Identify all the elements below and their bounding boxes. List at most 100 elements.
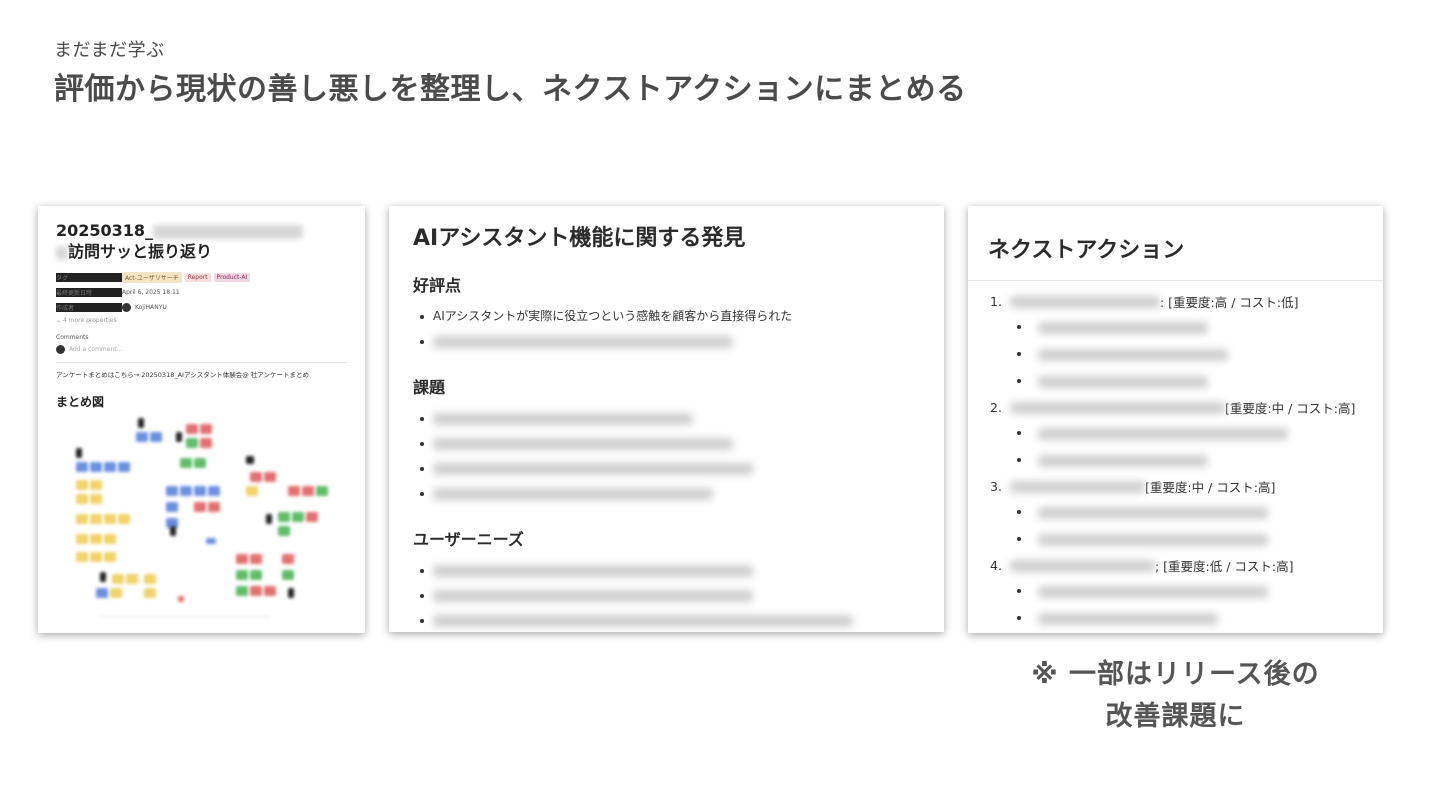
sticky-note [104, 552, 116, 562]
list-item [413, 431, 920, 456]
more-properties-toggle[interactable]: ⌄ 4 more properties [56, 317, 347, 324]
redacted-text [1038, 375, 1208, 388]
property-author: 作成者 KojiHANYU [56, 300, 347, 315]
sticky-note [306, 512, 318, 522]
action-priority: : [重要度:高 / コスト:低] [1160, 295, 1299, 310]
action-priority: [重要度:中 / コスト:高] [1145, 480, 1276, 495]
redacted-text [153, 224, 304, 239]
action-item: 2. [重要度:中 / コスト:高] [990, 395, 1367, 420]
property-value: KojiHANYU [135, 304, 167, 311]
comment-input[interactable]: Add a comment... [56, 345, 347, 354]
sticky-note [126, 574, 138, 584]
action-subitem [990, 447, 1367, 474]
section-title-issues: 課題 [413, 378, 446, 397]
page-title: 20250318_ 訪問サッと振り返り [56, 220, 347, 262]
sticky-note [250, 472, 262, 482]
sticky-note [104, 514, 116, 524]
tag[interactable]: Act-ユーザリサーチ [122, 272, 182, 283]
action-item: 3. [重要度:中 / コスト:高] [990, 474, 1367, 499]
action-subitem [990, 420, 1367, 447]
comments-label: Comments [56, 334, 89, 341]
sticky-note [316, 486, 328, 496]
summary-heading: まとめ図 [56, 395, 105, 409]
page-title-line2: 訪問サッと振り返り [68, 242, 213, 261]
redacted-text [1010, 480, 1145, 493]
list-item [413, 456, 920, 481]
sticky-note [96, 588, 108, 598]
action-number: 2. [990, 400, 1002, 415]
sticky-note [266, 514, 272, 524]
sticky-note [100, 616, 270, 617]
sticky-note [250, 554, 262, 564]
sticky-note [76, 514, 88, 524]
sticky-note [100, 572, 106, 582]
sticky-note [76, 494, 88, 504]
sticky-note [118, 462, 130, 472]
redacted-text [433, 564, 753, 577]
issues-list [413, 406, 920, 506]
property-value: April 6, 2025 18:11 [122, 289, 180, 296]
sticky-note [288, 486, 300, 496]
sticky-note [186, 424, 198, 434]
sticky-note [246, 456, 254, 464]
sticky-note [278, 512, 290, 522]
redacted-text [1010, 401, 1225, 414]
action-subitem [990, 526, 1367, 553]
sticky-note [292, 512, 304, 522]
redacted-text [433, 462, 753, 475]
redacted-text [1038, 348, 1228, 361]
action-subitem [990, 499, 1367, 526]
sticky-note [136, 432, 148, 442]
avatar [56, 345, 65, 354]
action-number: 1. [990, 294, 1002, 309]
sticky-note [104, 534, 116, 544]
section-title-needs: ユーザーニーズ [413, 530, 524, 549]
redacted-text [433, 412, 693, 425]
page-properties: タグ Act-ユーザリサーチ Report Product-AI 最終更新日時 … [56, 270, 347, 324]
sticky-note [176, 432, 182, 442]
summary-diagram [56, 414, 336, 624]
next-actions-list: 1. : [重要度:高 / コスト:低] 2. [重要度:中 / コスト:高] … [968, 281, 1383, 632]
sticky-note [302, 486, 314, 496]
sticky-note [208, 502, 220, 512]
positives-list: AIアシスタントが実際に役立つという感触を顧客から直接得られた [413, 304, 920, 354]
tag[interactable]: Report [184, 273, 211, 282]
redacted-text [433, 437, 733, 450]
redacted-text [1010, 295, 1160, 308]
redacted-text [1010, 559, 1155, 572]
notion-page-screenshot: 20250318_ 訪問サッと振り返り タグ Act-ユーザリサーチ Repor… [38, 206, 365, 633]
sticky-note [118, 514, 130, 524]
sticky-note [250, 586, 262, 596]
comment-placeholder: Add a comment... [69, 346, 123, 353]
sticky-note [246, 486, 258, 496]
sticky-note [90, 462, 102, 472]
action-item: 4. ; [重要度:低 / コスト:高] [990, 553, 1367, 578]
slide-kicker: まだまだ学ぶ [54, 40, 165, 61]
sticky-note [178, 596, 184, 602]
sticky-note [76, 448, 82, 458]
next-actions-page-screenshot: ネクストアクション 1. : [重要度:高 / コスト:低] 2. [重要度:中… [968, 206, 1383, 633]
sticky-note [76, 480, 88, 490]
findings-heading: AIアシスタント機能に関する発見 [413, 226, 746, 251]
sticky-note [166, 502, 178, 512]
sticky-note [194, 502, 206, 512]
survey-link[interactable]: アンケートまとめはこちら→ 20250318_AIアシスタント体験会@ 社アンケ… [56, 369, 347, 379]
sticky-note [144, 574, 156, 584]
sticky-note [138, 418, 144, 428]
sticky-note [180, 486, 192, 496]
next-actions-heading: ネクストアクション [968, 206, 1383, 281]
sticky-note [144, 588, 156, 598]
action-number: 4. [990, 558, 1002, 573]
action-subitem [990, 578, 1367, 605]
list-item [413, 481, 920, 506]
sticky-note [104, 462, 116, 472]
sticky-note [76, 552, 88, 562]
property-updated: 最終更新日時 April 6, 2025 18:11 [56, 285, 347, 300]
action-priority: ; [重要度:低 / コスト:高] [1155, 559, 1294, 574]
redacted-text [1038, 585, 1268, 598]
redacted-text [1038, 427, 1288, 440]
property-key: タグ [56, 273, 122, 282]
sticky-note [236, 586, 248, 596]
tag[interactable]: Product-AI [213, 273, 251, 282]
action-subitem [990, 368, 1367, 395]
